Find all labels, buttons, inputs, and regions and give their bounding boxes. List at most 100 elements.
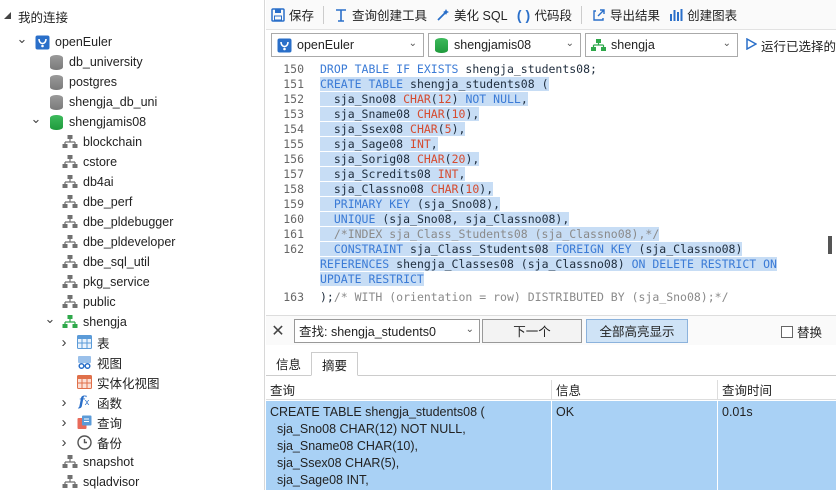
tab-summary-label: 摘要: [322, 358, 348, 373]
code-token: 20: [451, 152, 466, 166]
column-header-info-label: 信息: [556, 384, 582, 398]
schema-select[interactable]: shengja ⌄: [585, 33, 738, 57]
connection-select[interactable]: openEuler ⌄: [271, 33, 424, 57]
code-line[interactable]: 152 sja_Sno08 CHAR(12) NOT NULL,: [266, 92, 826, 107]
tree-item-functions[interactable]: › f x 函数: [58, 392, 123, 412]
column-header-time[interactable]: 查询时间: [718, 380, 836, 400]
tree-item-database[interactable]: postgres: [30, 72, 117, 92]
beautify-sql-button[interactable]: 美化 SQL: [431, 2, 512, 28]
code-line[interactable]: 154 sja_Ssex08 CHAR(5),: [266, 122, 826, 137]
tree-item-schema[interactable]: dbe_pldebugger: [44, 212, 173, 232]
code-line[interactable]: 155 sja_Sage08 INT,: [266, 137, 826, 152]
code-token: CREATE TABLE: [320, 77, 411, 91]
tree-item-schema[interactable]: snapshot: [44, 452, 134, 472]
tree-item-schema[interactable]: blockchain: [44, 132, 142, 152]
code-token: sja_Sage08: [320, 137, 411, 151]
code-line[interactable]: 157 sja_Scredits08 INT,: [266, 167, 826, 182]
table-cell-info[interactable]: OK: [552, 401, 718, 490]
line-number: 158: [283, 182, 304, 196]
code-line[interactable]: 158 sja_Classno08 CHAR(10),: [266, 182, 826, 197]
column-header-query[interactable]: 查询: [266, 380, 552, 400]
tree-item-label: openEuler: [55, 35, 112, 49]
table-cell-query[interactable]: CREATE TABLE shengja_students08 ( sja_Sn…: [266, 401, 552, 490]
tree-item-backups[interactable]: › 备份: [58, 432, 123, 452]
query-builder-button[interactable]: 查询创建工具: [329, 2, 431, 28]
code-token: REFERENCES: [320, 257, 397, 271]
database-select[interactable]: shengjamis08 ⌄: [428, 33, 581, 57]
chevron-down-icon[interactable]: [2, 6, 14, 26]
code-line[interactable]: 153 sja_Sname08 CHAR(10),: [266, 107, 826, 122]
code-line[interactable]: 161 /*INDEX sja_Class_Students08 (sja_Cl…: [266, 227, 826, 242]
line-number: 159: [283, 197, 304, 211]
find-input[interactable]: 查找: shengja_students0 ⌄: [294, 318, 480, 343]
tree-item-schema-active[interactable]: ⌄ shengja: [44, 309, 127, 332]
chevron-right-icon[interactable]: ›: [58, 392, 70, 412]
editor-scrollbar[interactable]: [828, 236, 832, 254]
tree-item-tables[interactable]: › 表: [58, 332, 110, 352]
tree-item-database[interactable]: shengja_db_uni: [30, 92, 157, 112]
line-number: 154: [283, 122, 304, 136]
tree-item-schema[interactable]: cstore: [44, 152, 117, 172]
query-icon: [76, 414, 92, 430]
tree-item-schema[interactable]: dbe_sql_util: [44, 252, 150, 272]
replace-checkbox[interactable]: 替换: [780, 322, 822, 341]
chevron-down-icon[interactable]: ⌄: [44, 309, 56, 329]
chevron-down-icon[interactable]: ⌄: [30, 109, 42, 129]
chevron-right-icon[interactable]: ›: [58, 332, 70, 352]
tree-item-schema[interactable]: pkg_service: [44, 272, 150, 292]
chevron-down-icon[interactable]: ⌄: [466, 324, 474, 335]
code-line[interactable]: 159 PRIMARY KEY (sja_Sno08),: [266, 197, 826, 212]
tree-item-label: db4ai: [83, 175, 114, 189]
column-header-info[interactable]: 信息: [552, 380, 718, 400]
tree-item-views[interactable]: 视图: [58, 352, 122, 372]
find-next-button[interactable]: 下一个: [482, 318, 582, 343]
code-token: (: [437, 122, 445, 136]
tree-item-schema[interactable]: sqladvisor: [44, 472, 139, 490]
code-snippet-button[interactable]: ( ) 代码段: [512, 2, 577, 28]
chevron-right-icon[interactable]: ›: [58, 412, 70, 432]
run-selected-button[interactable]: 运行已选择的: [746, 36, 836, 55]
result-tabs: 信息 摘要: [266, 350, 836, 376]
highlight-all-label: 全部高亮显示: [599, 325, 675, 339]
sql-editor[interactable]: 150 DROP TABLE IF EXISTS shengja_students…: [266, 60, 836, 310]
database-icon: [433, 37, 449, 53]
tab-info[interactable]: 信息: [266, 351, 311, 375]
chevron-down-icon[interactable]: ⌄: [16, 29, 28, 49]
export-result-button[interactable]: 导出结果: [587, 2, 664, 28]
find-input-value: 查找: shengja_students0: [299, 325, 436, 339]
tree-item-queries[interactable]: › 查询: [58, 412, 123, 432]
tree-item-schema[interactable]: dbe_pldeveloper: [44, 232, 175, 252]
code-line[interactable]: 160 UNIQUE (sja_Sno08, sja_Classno08),: [266, 212, 826, 227]
code-line[interactable]: 150 DROP TABLE IF EXISTS shengja_students…: [266, 62, 826, 77]
code-line[interactable]: 162 CONSTRAINT sja_Class_Students08 FORE…: [266, 242, 826, 257]
code-line[interactable]: REFERENCES shengja_Classes08 (sja_Classn…: [266, 257, 826, 272]
close-icon[interactable]: ✕: [266, 321, 290, 341]
create-chart-button[interactable]: 创建图表: [664, 2, 741, 28]
replace-label: 替换: [796, 326, 822, 340]
save-label: 保存: [289, 9, 315, 23]
code-line[interactable]: 156 sja_Sorig08 CHAR(20),: [266, 152, 826, 167]
code-token: INT: [437, 167, 459, 181]
line-number: 150: [283, 62, 304, 76]
table-icon: [76, 334, 92, 350]
tree-item-schema[interactable]: dbe_perf: [44, 192, 132, 212]
tree-item-connection[interactable]: ⌄ openEuler: [16, 29, 112, 52]
code-line[interactable]: UPDATE RESTRICT: [266, 272, 826, 287]
code-text: sja_Sname08 CHAR(10),: [320, 107, 480, 121]
line-number: 160: [283, 212, 304, 226]
tree-item-schema[interactable]: db4ai: [44, 172, 114, 192]
tree-item-database-active[interactable]: ⌄ shengjamis08: [30, 109, 146, 132]
code-line[interactable]: 163);/* WITH (orientation = row) DISTRIB…: [266, 290, 826, 305]
code-line[interactable]: 151 CREATE TABLE shengja_students08 (: [266, 77, 826, 92]
highlight-all-button[interactable]: 全部高亮显示: [586, 318, 688, 343]
code-snippet-label: 代码段: [534, 9, 573, 23]
tab-summary[interactable]: 摘要: [311, 352, 359, 376]
table-cell-time[interactable]: 0.01s: [718, 401, 836, 490]
save-button[interactable]: 保存: [266, 2, 318, 28]
tree-item-database[interactable]: db_university: [30, 52, 143, 72]
chevron-right-icon[interactable]: ›: [58, 432, 70, 452]
connection-icon: [276, 37, 292, 53]
tree-root-my-connections[interactable]: 我的连接: [2, 6, 68, 26]
tree-item-matviews[interactable]: 实体化视图: [58, 372, 160, 392]
